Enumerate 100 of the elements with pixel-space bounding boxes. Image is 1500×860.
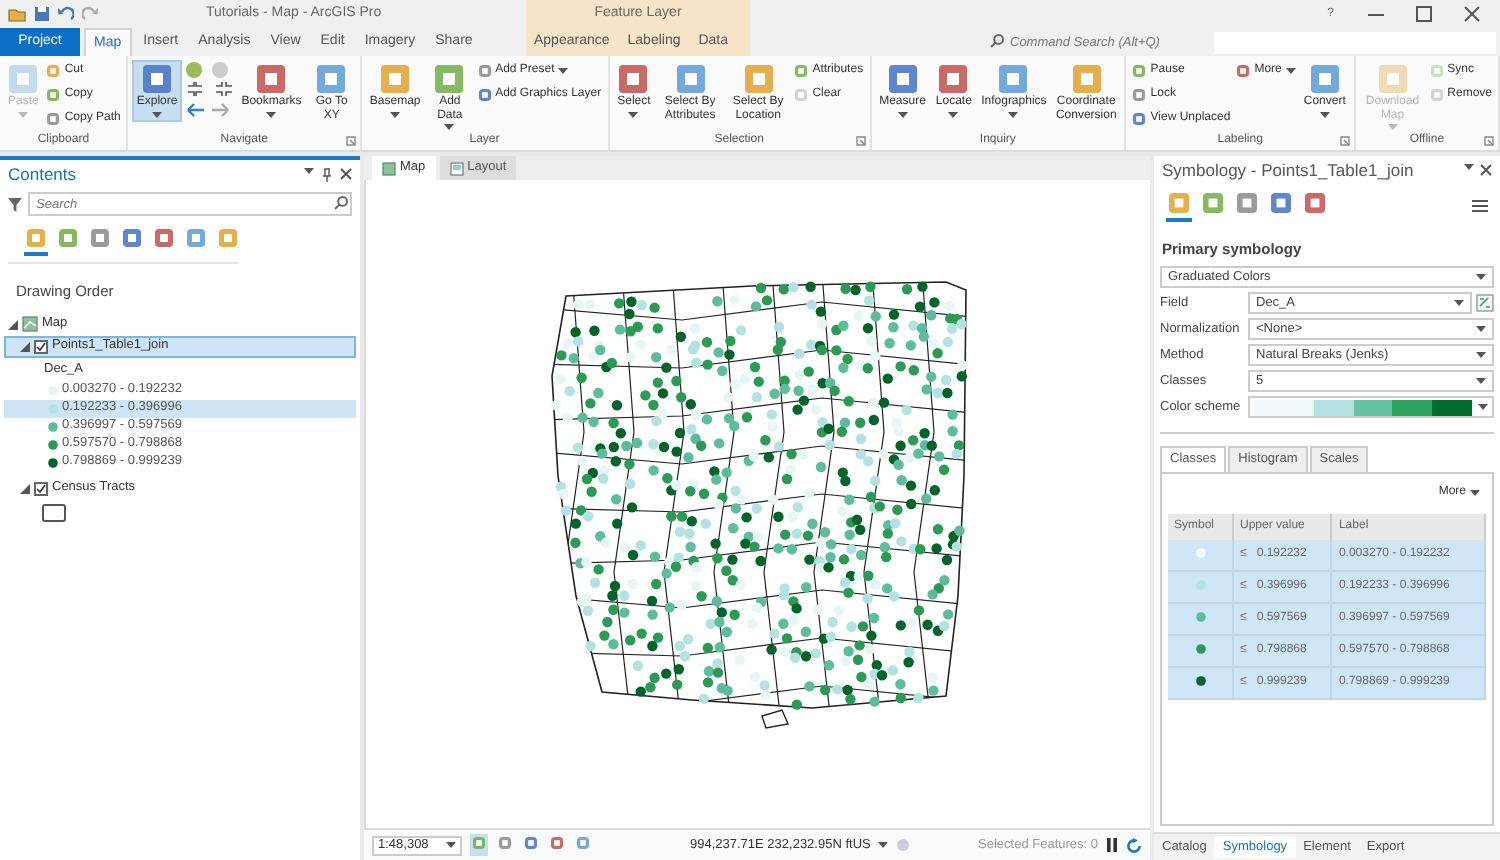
pane-title: Contents (8, 161, 77, 187)
launcher-icon[interactable] (345, 136, 356, 146)
launcher-icon[interactable] (855, 136, 866, 146)
tile-icon (122, 228, 142, 248)
tile-icon (1377, 64, 1408, 94)
tile-icon (316, 64, 347, 94)
tile-icon (498, 836, 512, 851)
pin-icon[interactable] (322, 167, 332, 181)
layout-icon (449, 161, 464, 175)
close-icon[interactable] (1480, 164, 1492, 176)
tile-icon (90, 228, 110, 248)
tile-icon (1132, 63, 1147, 77)
tile-icon (46, 111, 61, 125)
tile-icon (1071, 64, 1102, 94)
layer-checkbox[interactable] (34, 481, 48, 496)
map-icon (22, 316, 38, 333)
color-ramp-dropdown[interactable] (1248, 396, 1494, 419)
expression-icon[interactable] (1476, 294, 1494, 313)
tile-icon (1429, 63, 1444, 77)
tile-icon (1309, 64, 1340, 94)
tile-icon (1168, 192, 1190, 214)
launcher-icon[interactable] (1484, 136, 1494, 146)
caret-icon (628, 111, 639, 117)
tile-icon (1132, 111, 1147, 125)
pane-title: Symbology - Points1_Table1_join (1162, 157, 1414, 183)
expand-icon[interactable] (8, 319, 18, 330)
polygon-swatch-icon (42, 504, 66, 523)
selection-icon (896, 838, 911, 852)
tile-icon (524, 836, 538, 851)
status-tool-button[interactable] (470, 833, 488, 857)
caret-icon (446, 842, 456, 848)
tile-icon (576, 836, 590, 851)
tile-icon (472, 836, 486, 851)
tile-icon (550, 836, 564, 851)
menu-icon[interactable] (1472, 199, 1488, 212)
tile-icon (938, 64, 969, 94)
tile-icon (142, 64, 173, 94)
tile-icon (887, 64, 918, 94)
tile-icon (794, 63, 809, 77)
caret-icon (878, 842, 889, 848)
caret-icon[interactable] (304, 167, 314, 173)
tile-icon (1270, 192, 1292, 214)
view-tool-button[interactable] (24, 226, 48, 257)
caret-icon (1478, 404, 1488, 411)
refresh-icon[interactable] (1126, 837, 1142, 853)
tile-icon (477, 87, 492, 101)
expand-icon[interactable] (20, 483, 30, 494)
undo-icon[interactable] (58, 6, 74, 22)
tile-icon (46, 87, 61, 101)
close-icon[interactable] (340, 167, 352, 179)
tile-icon (186, 228, 206, 248)
layer-checkbox[interactable] (34, 339, 48, 354)
tile-icon (154, 228, 174, 248)
caret-icon (1470, 490, 1480, 497)
tile-icon (1202, 192, 1224, 214)
tile-icon (675, 64, 706, 94)
caret-icon (1476, 352, 1486, 359)
launcher-icon[interactable] (1339, 136, 1350, 146)
tile-icon (218, 228, 238, 248)
tile-icon (1236, 192, 1258, 214)
tile-icon (618, 64, 649, 94)
caret-icon[interactable] (1464, 164, 1474, 170)
caret-icon (1387, 124, 1398, 130)
caret-icon (897, 111, 908, 117)
caret-icon (1008, 111, 1019, 117)
filter-icon[interactable] (8, 197, 22, 211)
caret-icon (444, 124, 455, 130)
tile-icon (477, 63, 492, 77)
caret-icon (390, 111, 401, 117)
tile-icon (58, 228, 78, 248)
tile-icon (998, 64, 1029, 94)
caret-icon (1476, 326, 1486, 333)
map-icon (382, 161, 396, 175)
tile-icon (26, 228, 46, 248)
maximize-icon[interactable] (1416, 6, 1432, 22)
search-icon (334, 196, 348, 210)
tile-icon (1236, 63, 1251, 77)
tile-icon (794, 87, 809, 101)
caret-icon (152, 111, 163, 117)
tile-icon (256, 64, 287, 94)
caret-icon (266, 111, 277, 117)
tile-icon (46, 63, 61, 77)
close-icon[interactable] (1464, 6, 1480, 22)
tile-icon (434, 64, 465, 94)
search-icon (990, 34, 1004, 48)
tile-icon (1132, 87, 1147, 101)
caret-icon (1319, 111, 1330, 117)
caret-icon (1454, 300, 1464, 307)
caret-icon (1476, 378, 1486, 385)
caret-icon (948, 111, 959, 117)
redo-icon[interactable] (82, 6, 98, 22)
pause-icon[interactable] (1106, 838, 1118, 852)
tile-icon (380, 64, 411, 94)
caret-icon (1285, 67, 1296, 73)
expand-icon[interactable] (20, 341, 30, 352)
folder-icon[interactable] (8, 6, 26, 22)
caret-icon (1476, 274, 1486, 281)
navigation-tools-icon[interactable] (183, 60, 236, 120)
tile-icon (743, 64, 774, 94)
symbology-tool-button[interactable] (1166, 190, 1192, 222)
